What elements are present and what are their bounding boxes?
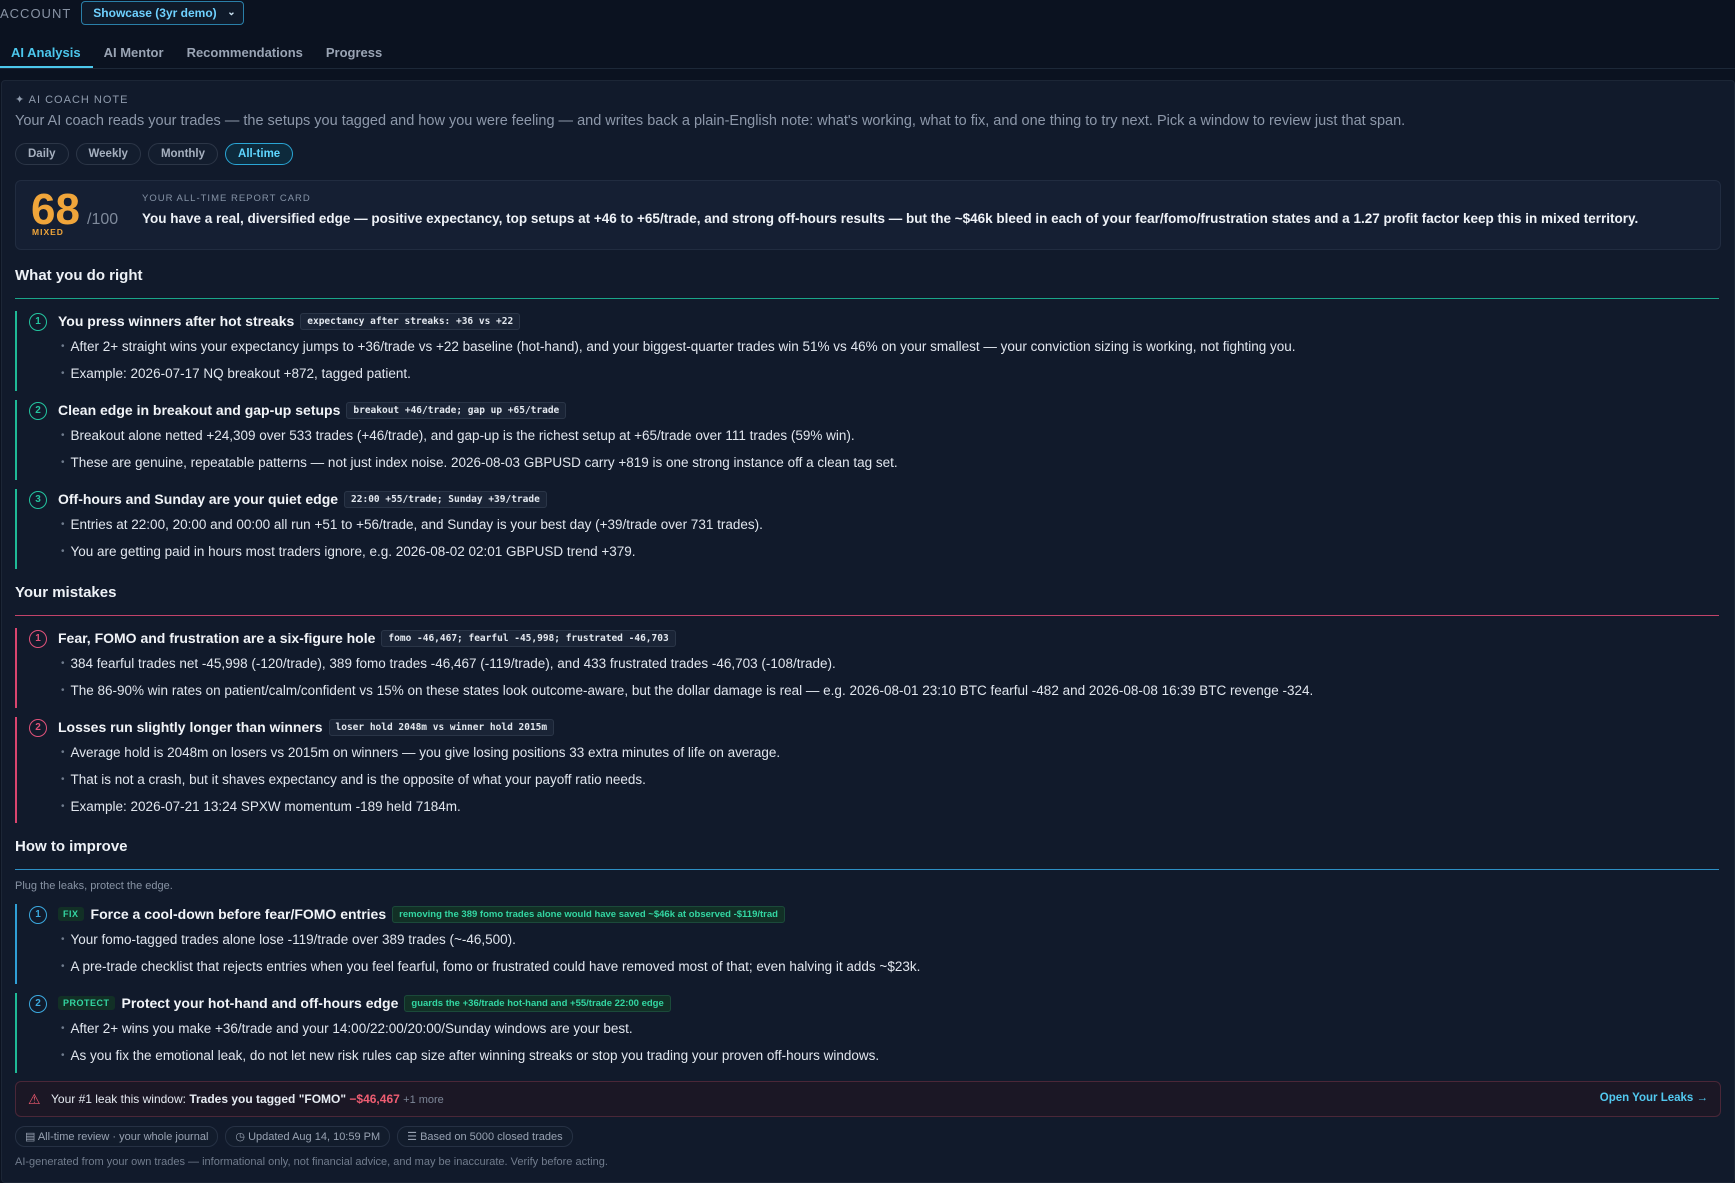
account-select[interactable]: Showcase (3yr demo) ⌄ (81, 1, 244, 25)
item-bullet: That is not a crash, but it shaves expec… (61, 772, 646, 787)
item-tag: FIX (58, 907, 84, 921)
report-score: 68 (31, 185, 80, 234)
warning-icon: ⚠ (28, 1091, 41, 1107)
item-bullet: These are genuine, repeatable patterns —… (61, 455, 898, 470)
list-icon: ☰ (407, 1131, 421, 1143)
mistake-item: 1 Fear, FOMO and frustration are a six-f… (15, 628, 1717, 708)
calendar-icon: ▤ (25, 1131, 38, 1143)
item-title: Fear, FOMO and frustration are a six-fig… (58, 630, 376, 646)
top-leak-banner: ⚠ Your #1 leak this window: Trades you t… (15, 1081, 1721, 1117)
tab-ai-analysis[interactable]: AI Analysis (0, 38, 93, 68)
item-bullet: Average hold is 2048m on losers vs 2015m… (61, 745, 781, 760)
improve-item: 2 PROTECT Protect your hot-hand and off-h… (15, 993, 1717, 1073)
item-number: 2 (29, 402, 47, 420)
item-bullet: Breakout alone netted +24,309 over 533 t… (61, 428, 855, 443)
item-bullet: After 2+ wins you make +36/trade and you… (61, 1021, 633, 1036)
report-grade: MIXED (32, 227, 64, 237)
window-selector: Daily Weekly Monthly All-time (15, 143, 294, 165)
section-right-heading: What you do right (15, 267, 143, 284)
leak-name: Trades you tagged "FOMO" (189, 1092, 347, 1106)
item-bullet: As you fix the emotional leak, do not le… (61, 1048, 880, 1063)
review-updated: Updated Aug 14, 10:59 PM (248, 1131, 381, 1143)
item-bullet: Example: 2026-07-17 NQ breakout +872, ta… (61, 366, 411, 381)
report-summary: You have a real, diversified edge — posi… (142, 211, 1639, 226)
review-meta: ▤ All-time review · your whole journal ◷… (15, 1126, 573, 1147)
review-basis: Based on 5000 closed trades (420, 1131, 563, 1143)
account-label: ACCOUNT (0, 5, 72, 21)
item-number: 1 (29, 906, 47, 924)
coach-note-label: ✦ AI COACH NOTE (15, 94, 129, 106)
item-bullet: You are getting paid in hours most trade… (61, 544, 636, 559)
window-all-time[interactable]: All-time (225, 143, 294, 165)
improve-item: 1 FIX Force a cool-down before fear/FOMO … (15, 904, 1717, 984)
item-title: Losses run slightly longer than winners (58, 719, 323, 735)
leak-amount: −$46,467 (349, 1092, 400, 1106)
review-scope: All-time review · your whole journal (37, 1131, 209, 1143)
item-number: 2 (29, 995, 47, 1013)
item-title: Clean edge in breakout and gap-up setups (58, 402, 341, 418)
item-title: You press winners after hot streaks (58, 313, 295, 329)
window-monthly[interactable]: Monthly (147, 143, 219, 165)
window-daily[interactable]: Daily (15, 143, 69, 165)
account-bar: ACCOUNT Showcase (3yr demo) ⌄ (0, 0, 1735, 26)
section-mistakes-heading: Your mistakes (15, 584, 117, 601)
section-improve-heading: How to improve (15, 838, 128, 855)
disclaimer: AI-generated from your own trades — info… (15, 1156, 608, 1168)
item-title: Force a cool-down before fear/FOMO entri… (90, 906, 387, 922)
leak-prefix: Your #1 leak this window: (51, 1092, 186, 1106)
item-tag: PROTECT (58, 996, 115, 1010)
section-right-divider (15, 298, 1719, 299)
report-card: 68 /100 MIXED YOUR ALL-TIME REPORT CARD … (15, 180, 1721, 250)
item-number: 1 (29, 313, 47, 331)
item-bullet: The 86-90% win rates on patient/calm/con… (61, 683, 1314, 698)
item-chip: removing the 389 fomo trades alone would… (392, 906, 785, 923)
item-chip: 22:00 +55/trade; Sunday +39/trade (344, 491, 547, 508)
item-chip: loser hold 2048m vs winner hold 2015m (328, 719, 555, 736)
item-title: Protect your hot-hand and off-hours edge (121, 995, 399, 1011)
item-title: Off-hours and Sunday are your quiet edge (58, 491, 339, 507)
tab-progress[interactable]: Progress (315, 38, 394, 68)
item-chip: fomo -46,467; fearful -45,998; frustrate… (381, 630, 676, 647)
item-chip: expectancy after streaks: +36 vs +22 (300, 313, 521, 330)
section-improve-divider (15, 869, 1719, 870)
item-bullet: Your fomo-tagged trades alone lose -119/… (61, 932, 516, 947)
item-chip: breakout +46/trade; gap up +65/trade (346, 402, 567, 419)
tab-bar: AI Analysis AI Mentor Recommendations Pr… (0, 38, 1735, 69)
section-improve-subtitle: Plug the leaks, protect the edge. (15, 880, 173, 892)
report-kicker: YOUR ALL-TIME REPORT CARD (142, 193, 311, 204)
leak-more: +1 more (403, 1094, 444, 1106)
ai-coach-panel: ✦ AI COACH NOTE Your AI coach reads your… (1, 80, 1735, 1183)
window-weekly[interactable]: Weekly (75, 143, 141, 165)
section-mistakes-divider (15, 615, 1719, 616)
chevron-down-icon: ⌄ (227, 7, 236, 18)
right-item: 2 Clean edge in breakout and gap-up setu… (15, 400, 1717, 480)
item-bullet: Entries at 22:00, 20:00 and 00:00 all ru… (61, 517, 763, 532)
open-leaks-link[interactable]: Open Your Leaks → (1600, 1092, 1708, 1104)
report-score-denominator: /100 (87, 211, 119, 228)
right-item: 3 Off-hours and Sunday are your quiet ed… (15, 489, 1717, 569)
item-bullet: A pre-trade checklist that rejects entri… (61, 959, 921, 974)
item-number: 1 (29, 630, 47, 648)
right-item: 1 You press winners after hot streaks exp… (15, 311, 1717, 391)
item-bullet: 384 fearful trades net -45,998 (-120/tra… (61, 656, 836, 671)
item-number: 2 (29, 719, 47, 737)
coach-intro: Your AI coach reads your trades — the se… (15, 113, 1406, 129)
mistake-item: 2 Losses run slightly longer than winner… (15, 717, 1717, 823)
item-number: 3 (29, 491, 47, 509)
item-bullet: After 2+ straight wins your expectancy j… (61, 339, 1296, 354)
item-chip: guards the +36/trade hot-hand and +55/tr… (404, 995, 671, 1012)
tab-ai-mentor[interactable]: AI Mentor (93, 38, 176, 68)
item-bullet: Example: 2026-07-21 13:24 SPXW momentum … (61, 799, 461, 814)
tab-recommendations[interactable]: Recommendations (176, 38, 315, 68)
clock-icon: ◷ (235, 1131, 249, 1143)
